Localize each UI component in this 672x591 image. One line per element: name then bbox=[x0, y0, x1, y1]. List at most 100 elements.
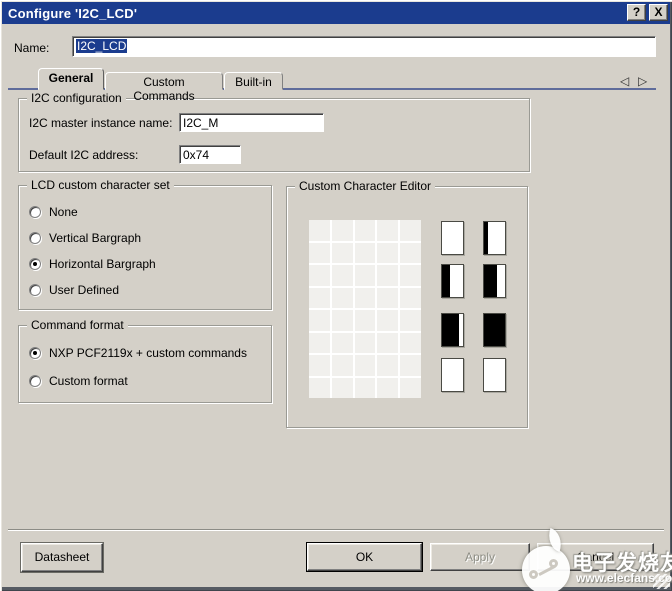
name-input[interactable]: I2C_LCD bbox=[72, 36, 656, 57]
i2c-master-instance-input[interactable]: I2C_M bbox=[179, 113, 324, 132]
title-bar[interactable]: Configure 'I2C_LCD' bbox=[2, 2, 670, 24]
radio-label: User Defined bbox=[49, 283, 120, 297]
radio-icon[interactable] bbox=[29, 232, 41, 244]
pixel-cell[interactable] bbox=[400, 265, 421, 286]
name-label: Name: bbox=[14, 41, 50, 55]
pixel-cell[interactable] bbox=[400, 377, 421, 398]
pixel-cell[interactable] bbox=[331, 377, 353, 398]
footer-separator bbox=[8, 529, 664, 531]
pixel-cell[interactable] bbox=[400, 355, 421, 376]
pixel-cell[interactable] bbox=[331, 332, 353, 353]
pixel-editor-grid[interactable] bbox=[309, 220, 421, 398]
pixel-cell[interactable] bbox=[354, 310, 376, 331]
tab-scroll-right-icon[interactable]: ▷ bbox=[638, 74, 647, 88]
pixel-cell[interactable] bbox=[400, 220, 421, 241]
pixel-cell[interactable] bbox=[309, 220, 330, 241]
pixel-cell[interactable] bbox=[309, 332, 330, 353]
character-preview-tile[interactable] bbox=[441, 221, 464, 255]
i2c-configuration-group: I2C configuration I2C master instance na… bbox=[18, 91, 530, 172]
character-preview-tile[interactable] bbox=[483, 358, 506, 392]
tab-general[interactable]: General bbox=[38, 68, 104, 90]
pixel-cell[interactable] bbox=[354, 355, 376, 376]
pixel-cell[interactable] bbox=[354, 287, 376, 308]
custom-character-editor-group: Custom Character Editor bbox=[286, 179, 528, 428]
pixel-cell[interactable] bbox=[309, 355, 330, 376]
corner-hatch-decoration bbox=[653, 574, 670, 589]
radio-charset-user-defined[interactable]: User Defined bbox=[29, 282, 119, 298]
pixel-cell[interactable] bbox=[377, 332, 399, 353]
radio-icon[interactable] bbox=[29, 375, 41, 387]
pixel-cell[interactable] bbox=[377, 287, 399, 308]
help-button[interactable]: ? bbox=[627, 4, 646, 21]
radio-icon[interactable] bbox=[29, 258, 41, 270]
character-preview-tile[interactable] bbox=[483, 313, 506, 347]
character-preview-tile[interactable] bbox=[441, 313, 464, 347]
radio-format-custom-format[interactable]: Custom format bbox=[29, 373, 128, 389]
lcd-charset-group: LCD custom character set None Vertical Ba… bbox=[18, 178, 272, 310]
pixel-cell[interactable] bbox=[400, 242, 421, 263]
lcd-charset-group-title: LCD custom character set bbox=[27, 178, 174, 192]
character-preview-tile[interactable] bbox=[441, 358, 464, 392]
pixel-cell[interactable] bbox=[354, 242, 376, 263]
character-preview-tile[interactable] bbox=[483, 221, 506, 255]
radio-icon[interactable] bbox=[29, 206, 41, 218]
default-i2c-address-label: Default I2C address: bbox=[29, 148, 139, 162]
pixel-cell[interactable] bbox=[331, 310, 353, 331]
command-format-group-title: Command format bbox=[27, 318, 128, 332]
apply-button: Apply bbox=[430, 543, 530, 571]
radio-label: Vertical Bargraph bbox=[49, 231, 142, 245]
radio-label: Horizontal Bargraph bbox=[49, 257, 156, 271]
tab-built-in[interactable]: Built-in bbox=[224, 72, 283, 90]
pixel-cell[interactable] bbox=[309, 310, 330, 331]
tab-custom-commands[interactable]: Custom Commands bbox=[105, 72, 223, 103]
pixel-cell[interactable] bbox=[400, 332, 421, 353]
pixel-cell[interactable] bbox=[309, 287, 330, 308]
pixel-cell[interactable] bbox=[331, 287, 353, 308]
pixel-cell[interactable] bbox=[331, 355, 353, 376]
radio-icon[interactable] bbox=[29, 284, 41, 296]
radio-charset-horizontal-bargraph[interactable]: Horizontal Bargraph bbox=[29, 256, 156, 272]
pixel-cell[interactable] bbox=[377, 355, 399, 376]
character-preview-tile[interactable] bbox=[483, 264, 506, 298]
pixel-cell[interactable] bbox=[400, 287, 421, 308]
name-input-selected-text: I2C_LCD bbox=[76, 39, 128, 53]
configure-dialog: Configure 'I2C_LCD' ? X Name: I2C_LCD Ge… bbox=[0, 0, 672, 591]
radio-label: NXP PCF2119x + custom commands bbox=[49, 346, 247, 360]
pixel-cell[interactable] bbox=[331, 242, 353, 263]
radio-icon[interactable] bbox=[29, 347, 41, 359]
pixel-cell[interactable] bbox=[354, 220, 376, 241]
watermark-site-text: www.elecfans.com bbox=[576, 571, 672, 585]
pixel-cell[interactable] bbox=[309, 242, 330, 263]
radio-charset-none[interactable]: None bbox=[29, 204, 78, 220]
cancel-button[interactable]: Cancel bbox=[537, 543, 654, 571]
radio-format-nxp-pcf2119x-custom-commands[interactable]: NXP PCF2119x + custom commands bbox=[29, 345, 247, 361]
tab-scroll-left-icon[interactable]: ◁ bbox=[620, 74, 629, 88]
character-preview-tile[interactable] bbox=[441, 264, 464, 298]
pixel-cell[interactable] bbox=[377, 242, 399, 263]
pixel-cell[interactable] bbox=[309, 265, 330, 286]
radio-label: Custom format bbox=[49, 374, 128, 388]
window-title: Configure 'I2C_LCD' bbox=[8, 5, 138, 21]
pixel-cell[interactable] bbox=[377, 220, 399, 241]
pixel-cell[interactable] bbox=[354, 265, 376, 286]
custom-character-editor-title: Custom Character Editor bbox=[295, 179, 436, 193]
radio-label: None bbox=[49, 205, 78, 219]
default-i2c-address-value: 0x74 bbox=[183, 148, 210, 162]
datasheet-button[interactable]: Datasheet bbox=[20, 542, 104, 573]
i2c-configuration-group-title: I2C configuration bbox=[27, 91, 126, 105]
pixel-cell[interactable] bbox=[331, 265, 353, 286]
pixel-cell[interactable] bbox=[377, 377, 399, 398]
command-format-group: Command format NXP PCF2119x + custom com… bbox=[18, 318, 272, 403]
pixel-cell[interactable] bbox=[354, 332, 376, 353]
pixel-cell[interactable] bbox=[309, 377, 330, 398]
pixel-cell[interactable] bbox=[377, 310, 399, 331]
pixel-cell[interactable] bbox=[400, 310, 421, 331]
ok-button[interactable]: OK bbox=[306, 542, 423, 572]
default-i2c-address-input[interactable]: 0x74 bbox=[179, 145, 241, 164]
pixel-cell[interactable] bbox=[354, 377, 376, 398]
pixel-cell[interactable] bbox=[377, 265, 399, 286]
i2c-master-instance-value: I2C_M bbox=[183, 116, 219, 130]
radio-charset-vertical-bargraph[interactable]: Vertical Bargraph bbox=[29, 230, 141, 246]
pixel-cell[interactable] bbox=[331, 220, 353, 241]
close-icon[interactable]: X bbox=[649, 4, 668, 21]
